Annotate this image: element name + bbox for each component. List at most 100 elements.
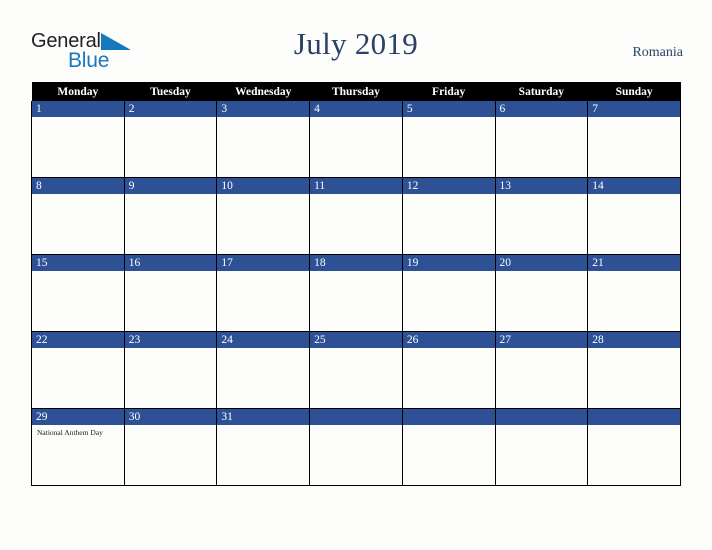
day-number: 16 (124, 255, 217, 271)
calendar-day-cell[interactable]: 11 (309, 177, 403, 255)
calendar-day-cell[interactable] (587, 408, 681, 486)
calendar-day-cell[interactable]: 31 (216, 408, 311, 486)
calendar-day-cell[interactable]: 14 (587, 177, 681, 255)
day-events (588, 194, 680, 197)
calendar-day-cell[interactable]: 4 (309, 101, 403, 178)
calendar-week-row: 1234567 (31, 101, 681, 178)
day-events (496, 117, 588, 120)
day-number: 24 (217, 332, 310, 348)
day-number: 25 (310, 332, 402, 348)
day-events (310, 117, 402, 120)
weekday-header-saturday: Saturday (495, 82, 588, 101)
day-cell-inner: 19 (402, 255, 495, 331)
day-events (32, 348, 124, 351)
day-number: 6 (495, 101, 588, 117)
calendar-day-cell[interactable]: 7 (587, 101, 681, 178)
page-title: July 2019 (293, 26, 419, 61)
calendar-page: General Blue July 2019 Romania Monday Tu… (0, 0, 712, 550)
calendar-day-cell[interactable]: 21 (587, 254, 681, 332)
weekday-header-thursday: Thursday (309, 82, 403, 101)
calendar-day-cell[interactable]: 28 (587, 331, 681, 409)
calendar-day-cell[interactable]: 10 (216, 177, 311, 255)
day-number: 7 (588, 101, 680, 117)
calendar-day-cell[interactable]: 26 (401, 331, 496, 409)
calendar-day-cell[interactable]: 22 (31, 331, 125, 409)
day-events (32, 271, 124, 274)
calendar-week-row: 15 16 17 18 19 20 21 (31, 254, 681, 332)
day-events (403, 271, 495, 274)
day-number: 14 (588, 178, 680, 194)
day-cell-inner: 9 (124, 178, 217, 254)
day-cell-inner: 10 (217, 178, 310, 254)
day-cell-inner: 22 (32, 332, 124, 408)
day-cell-inner: 11 (310, 178, 402, 254)
day-number: 22 (32, 332, 124, 348)
day-events (496, 425, 588, 428)
day-number: 5 (402, 101, 495, 117)
calendar-day-cell[interactable]: 27 (494, 331, 589, 409)
calendar-day-cell[interactable] (309, 408, 403, 486)
calendar-day-cell[interactable]: 9 (123, 177, 218, 255)
day-cell-inner (402, 409, 495, 485)
day-cell-inner: 29 National Anthem Day (32, 409, 124, 485)
day-events (403, 348, 495, 351)
weekday-header-sunday: Sunday (587, 82, 681, 101)
day-events (125, 348, 217, 351)
calendar-day-cell[interactable]: 1 (31, 101, 125, 178)
day-number: 27 (495, 332, 588, 348)
day-cell-inner: 20 (495, 255, 588, 331)
calendar-day-cell[interactable]: 29 National Anthem Day (31, 408, 125, 486)
calendar-day-cell[interactable]: 23 (123, 331, 218, 409)
day-cell-inner: 13 (495, 178, 588, 254)
day-events (496, 348, 588, 351)
day-events (217, 117, 309, 120)
day-cell-inner: 27 (495, 332, 588, 408)
calendar-day-cell[interactable]: 5 (401, 101, 496, 178)
calendar-day-cell[interactable] (401, 408, 496, 486)
calendar-day-cell[interactable]: 30 (123, 408, 218, 486)
day-number (588, 409, 680, 425)
day-events (125, 194, 217, 197)
calendar-grid: Monday Tuesday Wednesday Thursday Friday… (31, 82, 681, 486)
country-label: Romania (632, 45, 683, 60)
weekday-header-tuesday: Tuesday (124, 82, 217, 101)
day-events (496, 271, 588, 274)
calendar-body: 1 2 3 4 5 6 7 8 9 10 11 12 13 14 15 16 17 18 19 20 21 22 23 24 2… (31, 101, 681, 486)
calendar-day-cell[interactable]: 18 (309, 254, 403, 332)
day-number: 12 (402, 178, 495, 194)
day-cell-inner: 18 (310, 255, 402, 331)
calendar-day-cell[interactable]: 19 (401, 254, 496, 332)
day-events (217, 194, 309, 197)
day-events (125, 425, 217, 428)
calendar-day-cell[interactable]: 20 (494, 254, 589, 332)
day-number: 11 (310, 178, 402, 194)
calendar-day-cell[interactable]: 2 (123, 101, 218, 178)
day-number: 8 (32, 178, 124, 194)
calendar-day-cell[interactable]: 15 (31, 254, 125, 332)
calendar-day-cell[interactable]: 12 (401, 177, 496, 255)
day-events (496, 194, 588, 197)
calendar-day-cell[interactable] (494, 408, 589, 486)
day-events (32, 117, 124, 120)
calendar-day-cell[interactable]: 8 (31, 177, 125, 255)
day-number: 10 (217, 178, 310, 194)
calendar-day-cell[interactable]: 17 (216, 254, 311, 332)
day-cell-inner (588, 409, 680, 485)
day-events (588, 117, 680, 120)
day-cell-inner: 21 (588, 255, 680, 331)
day-number: 28 (588, 332, 680, 348)
calendar-day-cell[interactable]: 13 (494, 177, 589, 255)
day-cell-inner: 3 (217, 101, 310, 177)
calendar-day-cell[interactable]: 24 (216, 331, 311, 409)
day-events (217, 348, 309, 351)
calendar-day-cell[interactable]: 16 (123, 254, 218, 332)
calendar-day-cell[interactable]: 25 (309, 331, 403, 409)
day-cell-inner: 28 (588, 332, 680, 408)
day-number: 18 (310, 255, 402, 271)
day-cell-inner: 8 (32, 178, 124, 254)
day-cell-inner: 1 (32, 101, 124, 177)
day-cell-inner: 16 (124, 255, 217, 331)
calendar-day-cell[interactable]: 6 (494, 101, 589, 178)
day-events (403, 194, 495, 197)
calendar-day-cell[interactable]: 3 (216, 101, 311, 178)
